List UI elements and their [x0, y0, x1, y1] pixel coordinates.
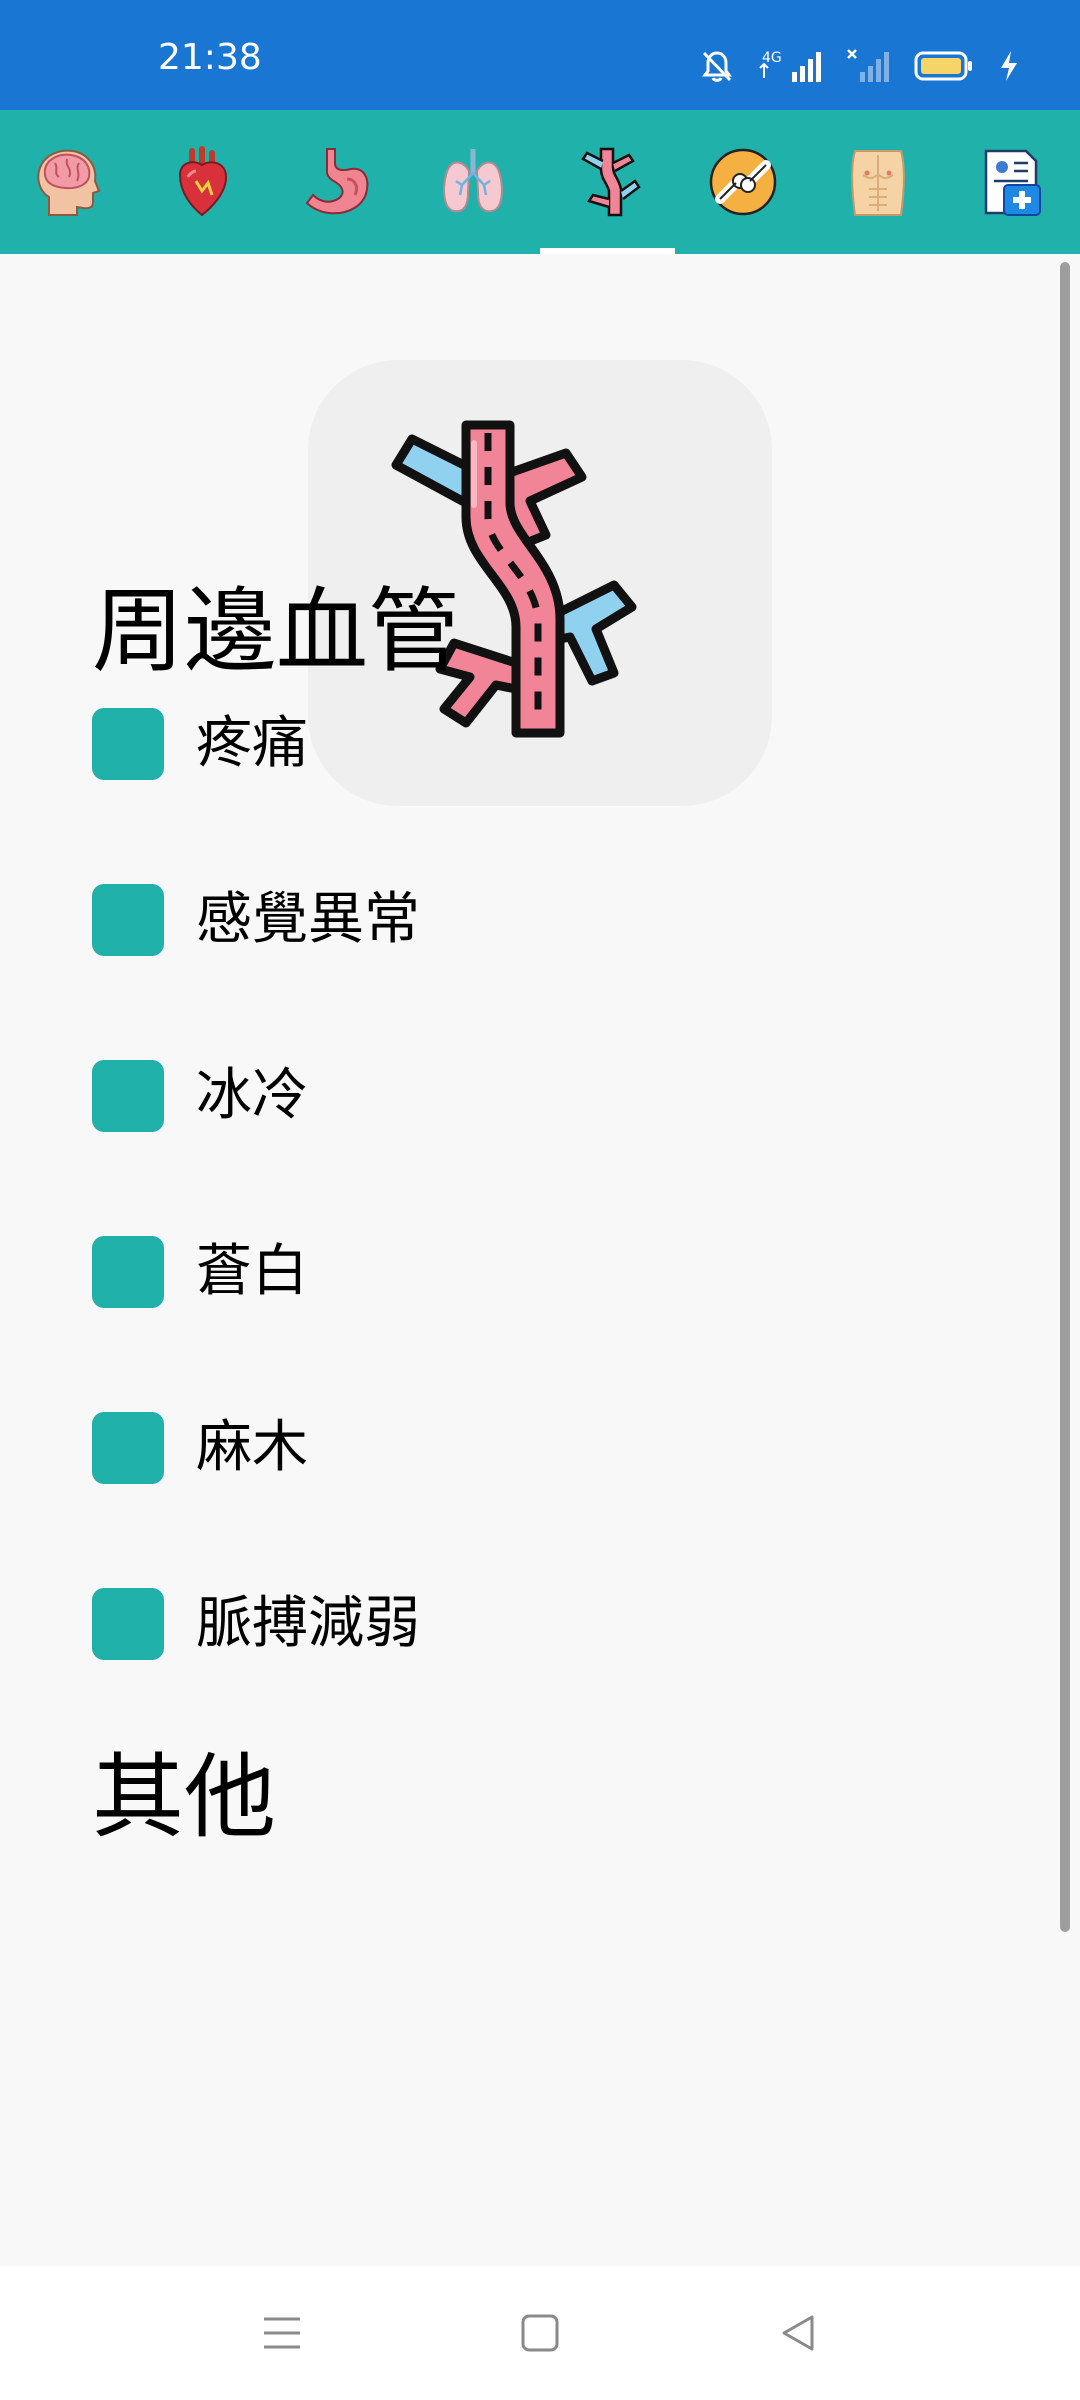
head-brain-icon	[36, 149, 100, 216]
back-button[interactable]	[758, 2296, 838, 2370]
symptom-checkbox-item[interactable]: 感覺異常	[92, 884, 420, 956]
checkbox[interactable]	[92, 1060, 164, 1132]
status-bar: 21:38 4G	[0, 0, 1080, 110]
checkbox-label: 麻木	[196, 1415, 308, 1480]
checkbox-label: 疼痛	[196, 711, 308, 776]
menu-button[interactable]	[242, 2296, 322, 2370]
blood-vessel-icon	[580, 147, 641, 217]
symptom-checkbox-item[interactable]: 疼痛	[92, 708, 308, 780]
heart-icon	[178, 146, 227, 217]
tab-heart[interactable]	[135, 110, 270, 254]
symptom-checkbox-item[interactable]: 蒼白	[92, 1236, 308, 1308]
checkbox-label: 蒼白	[196, 1239, 308, 1304]
status-icons: 4G	[700, 48, 1020, 84]
tab-joint[interactable]	[675, 110, 810, 254]
checkbox-label: 感覺異常	[196, 887, 420, 952]
tab-brain[interactable]	[0, 110, 135, 254]
symptom-checkbox-item[interactable]: 脈搏減弱	[92, 1588, 420, 1660]
tab-lungs[interactable]	[405, 110, 540, 254]
symptom-checkbox-item[interactable]: 冰冷	[92, 1060, 308, 1132]
signal-4g-icon: 4G	[758, 48, 822, 84]
tab-torso[interactable]	[810, 110, 945, 254]
section-title: 周邊血管	[92, 578, 461, 685]
battery-icon	[914, 50, 974, 82]
scrollbar[interactable]	[1060, 262, 1070, 1932]
checkbox[interactable]	[92, 708, 164, 780]
category-tab-bar	[0, 110, 1080, 254]
signal-icon	[846, 48, 890, 84]
home-button[interactable]	[500, 2296, 580, 2370]
checkbox-label: 冰冷	[196, 1063, 308, 1128]
checkbox[interactable]	[92, 884, 164, 956]
checkbox[interactable]	[92, 1588, 164, 1660]
checkbox[interactable]	[92, 1236, 164, 1308]
symptom-list[interactable]: 周邊血管 疼痛 感覺異常 冰冷 蒼白 麻木 脈搏減弱 其他	[0, 254, 1080, 2266]
checkbox[interactable]	[92, 1412, 164, 1484]
tab-stomach[interactable]	[270, 110, 405, 254]
medical-record-icon	[984, 149, 1041, 216]
status-time: 21:38	[158, 37, 262, 78]
checkbox-label: 脈搏減弱	[196, 1591, 420, 1656]
lungs-icon	[442, 149, 503, 213]
tab-medical-record[interactable]	[945, 110, 1080, 254]
joint-icon	[709, 148, 776, 216]
back-icon	[782, 2315, 814, 2351]
symptom-checkbox-item[interactable]: 麻木	[92, 1412, 308, 1484]
system-nav-bar	[0, 2266, 1080, 2400]
home-icon	[521, 2314, 559, 2352]
section-title: 其他	[92, 1744, 277, 1851]
bell-off-icon	[700, 49, 734, 83]
tab-blood-vessels[interactable]	[540, 110, 675, 254]
charging-icon	[998, 49, 1020, 83]
menu-icon	[264, 2317, 300, 2349]
torso-icon	[850, 150, 905, 216]
stomach-icon	[305, 148, 368, 215]
